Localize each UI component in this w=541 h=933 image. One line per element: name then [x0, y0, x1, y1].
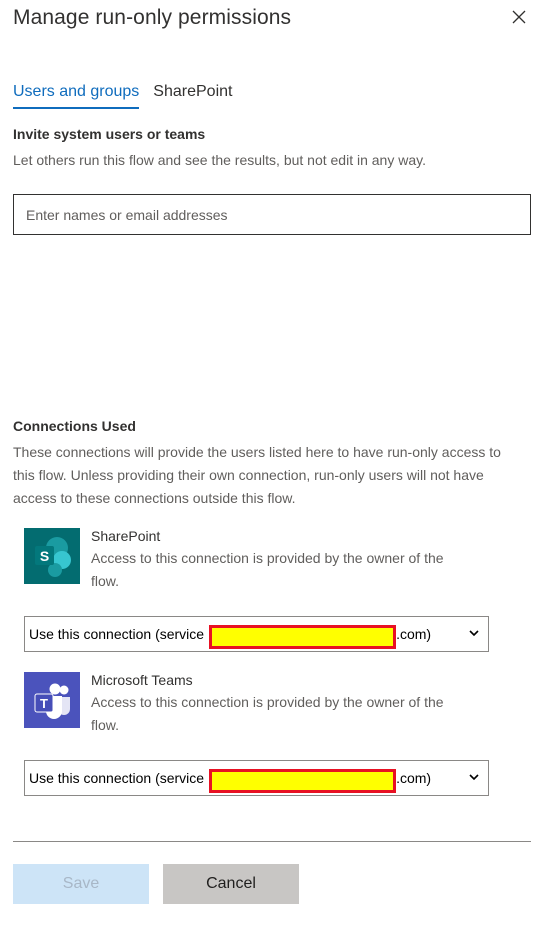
connections-description: These connections will provide the users…	[13, 444, 501, 506]
footer-divider	[13, 841, 531, 842]
connection-name-sharepoint: SharePoint	[91, 528, 161, 544]
connections-heading: Connections Used	[13, 418, 136, 434]
connection-note-teams: Access to this connection is provided by…	[91, 694, 444, 733]
redaction-box	[209, 625, 396, 649]
connection-select-sharepoint[interactable]: Use this connection (service .com)	[24, 616, 489, 652]
svg-text:T: T	[40, 696, 48, 711]
connection-note-sharepoint: Access to this connection is provided by…	[91, 550, 444, 589]
people-picker-input[interactable]	[13, 194, 531, 235]
invite-heading: Invite system users or teams	[13, 126, 206, 142]
tab-users-and-groups[interactable]: Users and groups	[13, 83, 140, 109]
save-button[interactable]: Save	[13, 864, 149, 904]
tab-list: Users and groups SharePoint	[13, 83, 232, 109]
svg-text:S: S	[40, 548, 49, 564]
connection-select-suffix: .com)	[396, 626, 432, 642]
close-icon	[512, 10, 526, 24]
connection-select-prefix: Use this connection (service	[29, 770, 205, 786]
close-button[interactable]	[508, 6, 530, 28]
cancel-button[interactable]: Cancel	[163, 864, 299, 904]
panel-title: Manage run-only permissions	[13, 6, 292, 29]
invite-description: Let others run this flow and see the res…	[13, 152, 426, 168]
connection-name-teams: Microsoft Teams	[91, 672, 193, 688]
connection-select-prefix: Use this connection (service	[29, 626, 205, 642]
redaction-box	[209, 769, 396, 793]
chevron-down-icon	[469, 774, 479, 781]
teams-icon: T	[24, 672, 80, 728]
chevron-down-icon	[469, 630, 479, 637]
sharepoint-icon: S	[24, 528, 80, 584]
connection-select-suffix: .com)	[396, 770, 432, 786]
connection-select-teams[interactable]: Use this connection (service .com)	[24, 760, 489, 796]
tab-sharepoint[interactable]: SharePoint	[153, 83, 232, 109]
